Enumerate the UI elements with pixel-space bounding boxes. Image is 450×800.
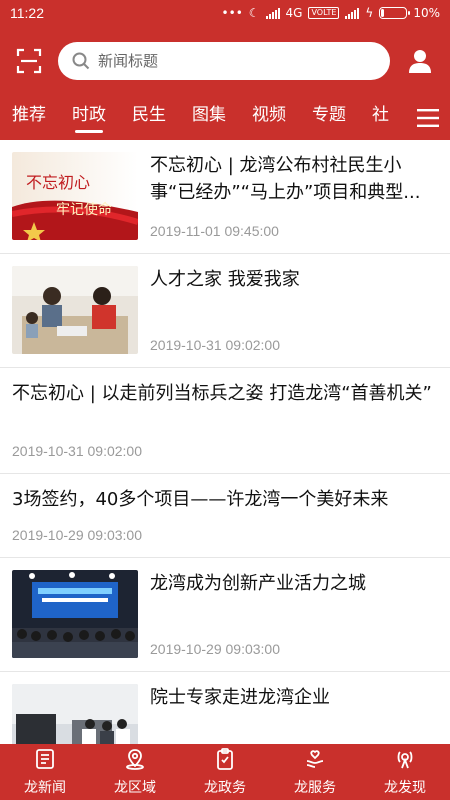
nav-label: 龙服务 <box>294 779 336 796</box>
charging-icon: ϟ <box>365 6 374 20</box>
news-body: 人才之家 我爱我家 2019-10-31 09:02:00 <box>150 266 438 367</box>
nav-label: 龙新闻 <box>24 779 66 796</box>
news-date: 2019-10-31 09:02:00 <box>150 337 280 353</box>
tab-0[interactable]: 推荐 <box>12 96 46 140</box>
location-icon <box>124 748 146 774</box>
nav-item-4[interactable]: 龙发现 <box>360 744 450 800</box>
status-icons: ••• ☾ 4G VOLTE ϟ 10% <box>222 6 440 20</box>
news-title: 人才之家 我爱我家 <box>150 269 300 290</box>
signal-icon-2 <box>345 7 360 19</box>
category-menu-button[interactable] <box>406 96 450 140</box>
news-item[interactable]: 不忘初心 | 以走前列当标兵之姿 打造龙湾“首善机关” 2019-10-31 09… <box>0 368 450 474</box>
profile-button[interactable] <box>390 26 450 96</box>
search-input[interactable] <box>98 52 376 70</box>
news-item[interactable]: 院士专家走进龙湾企业 <box>0 672 450 744</box>
tab-list: 推荐 时政 民生 图集 视频 专题社 <box>0 96 406 140</box>
news-title: 3场签约，40多个项目——许龙湾一个美好未来 <box>12 489 389 510</box>
news-thumbnail <box>12 570 138 658</box>
bottom-navigation: 龙新闻 龙区域 龙政务 龙服务 龙发现 <box>0 744 450 800</box>
news-body: 不忘初心 | 龙湾公布村社民生小事“已经办”“马上办”项目和典型... 2019-… <box>150 152 438 253</box>
network-type: 4G <box>285 6 303 20</box>
thumb-slogan-text-2: 牢记使命 <box>56 201 112 218</box>
menu-icon <box>417 109 439 127</box>
more-dots-icon: ••• <box>221 6 243 20</box>
moon-icon: ☾ <box>248 6 260 20</box>
nav-item-1[interactable]: 龙区域 <box>90 744 180 800</box>
tab-3[interactable]: 图集 <box>192 96 226 140</box>
search-box[interactable] <box>58 42 390 80</box>
tab-5[interactable]: 专题 <box>312 96 346 140</box>
news-item[interactable]: 龙湾成为创新产业活力之城 2019-10-29 09:03:00 <box>0 558 450 672</box>
news-item[interactable]: 人才之家 我爱我家 2019-10-31 09:02:00 <box>0 254 450 368</box>
news-title: 院士专家走进龙湾企业 <box>150 687 330 708</box>
news-date: 2019-10-31 09:02:00 <box>12 443 142 459</box>
nav-item-2[interactable]: 龙政务 <box>180 744 270 800</box>
news-title: 龙湾成为创新产业活力之城 <box>150 573 366 594</box>
tab-2[interactable]: 民生 <box>132 96 166 140</box>
news-title: 不忘初心 | 以走前列当标兵之姿 打造龙湾“首善机关” <box>12 383 432 404</box>
search-icon <box>72 52 90 70</box>
nav-label: 龙政务 <box>204 779 246 796</box>
service-icon <box>304 748 326 774</box>
category-tabs: 推荐 时政 民生 图集 视频 专题社 <box>0 96 450 140</box>
news-item[interactable]: 不忘初心 牢记使命 不忘初心 | 龙湾公布村社民生小事“已经办”“马上办”项目和典型… <box>0 140 450 254</box>
nav-item-0[interactable]: 龙新闻 <box>0 744 90 800</box>
battery-percent: 10% <box>413 6 440 20</box>
status-bar: 11:22 ••• ☾ 4G VOLTE ϟ 10% <box>0 0 450 26</box>
thumb-slogan-text-1: 不忘初心 <box>26 173 90 192</box>
news-date: 2019-11-01 09:45:00 <box>150 223 279 239</box>
user-icon <box>409 50 431 73</box>
nav-item-3[interactable]: 龙服务 <box>270 744 360 800</box>
signal-icon <box>265 7 280 19</box>
news-date: 2019-10-29 09:03:00 <box>150 641 280 657</box>
volte-badge: VOLTE <box>308 7 340 19</box>
app-header <box>0 26 450 96</box>
news-body: 不忘初心 | 以走前列当标兵之姿 打造龙湾“首善机关” 2019-10-31 09… <box>12 380 438 473</box>
news-thumbnail: 不忘初心牢记使命 <box>12 152 138 240</box>
news-title: 不忘初心 | 龙湾公布村社民生小事“已经办”“马上办”项目和典型... <box>150 155 421 203</box>
battery-icon <box>379 7 411 19</box>
scan-button[interactable] <box>0 26 58 96</box>
clipboard-icon <box>214 747 236 774</box>
news-date: 2019-10-29 09:03:00 <box>12 527 142 543</box>
news-body: 院士专家走进龙湾企业 <box>150 684 438 744</box>
news-icon <box>34 748 56 774</box>
news-body: 龙湾成为创新产业活力之城 2019-10-29 09:03:00 <box>150 570 438 671</box>
discover-icon <box>394 748 416 774</box>
tab-6[interactable]: 社 <box>372 96 389 140</box>
scan-icon <box>16 48 42 74</box>
nav-label: 龙发现 <box>384 779 426 796</box>
tab-4[interactable]: 视频 <box>252 96 286 140</box>
news-body: 3场签约，40多个项目——许龙湾一个美好未来 2019-10-29 09:03:0… <box>12 486 438 557</box>
news-thumbnail <box>12 266 138 354</box>
news-thumbnail <box>12 684 138 744</box>
tab-1[interactable]: 时政 <box>72 96 106 140</box>
news-feed: 不忘初心 牢记使命 不忘初心 | 龙湾公布村社民生小事“已经办”“马上办”项目和典型… <box>0 140 450 744</box>
status-time: 11:22 <box>10 5 44 21</box>
nav-label: 龙区域 <box>114 779 156 796</box>
news-item[interactable]: 3场签约，40多个项目——许龙湾一个美好未来 2019-10-29 09:03:0… <box>0 474 450 558</box>
